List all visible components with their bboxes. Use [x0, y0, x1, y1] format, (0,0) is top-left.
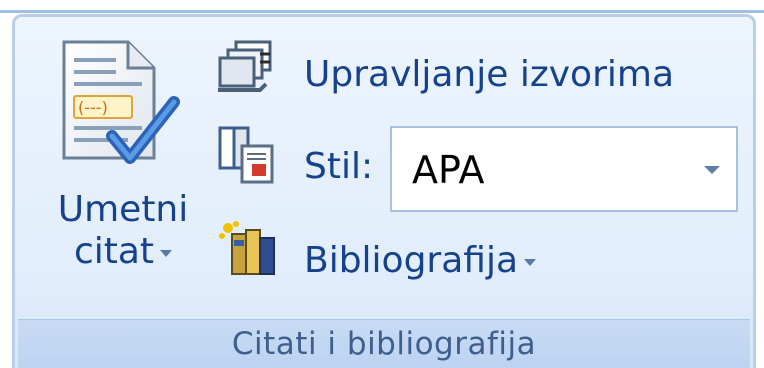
bibliography-button[interactable]: Bibliografija: [214, 216, 734, 296]
style-label: Stil:: [304, 146, 374, 187]
books-icon: [219, 221, 275, 275]
group-label: Citati i bibliografija: [231, 326, 537, 362]
chevron-down-icon: [524, 258, 537, 266]
insert-citation-label-line2: citat: [38, 232, 208, 272]
group-footer: Citati i bibliografija: [18, 319, 750, 368]
insert-citation-button[interactable]: (---) Umetni citat: [38, 32, 202, 302]
chevron-down-icon: [160, 249, 173, 257]
bibliography-label-text: Bibliografija: [304, 240, 519, 281]
manage-sources-button[interactable]: Upravljanje izvorima: [214, 36, 734, 116]
insert-citation-label-line2-text: citat: [73, 231, 155, 272]
ribbon-top-border: [0, 10, 764, 13]
style-dropdown-value: APA: [412, 148, 485, 192]
stacked-documents-icon: [218, 40, 272, 92]
bibliography-label: Bibliografija: [304, 240, 537, 281]
document-style-icon: [218, 126, 274, 184]
chevron-down-icon[interactable]: [704, 166, 720, 174]
style-dropdown[interactable]: APA: [390, 126, 738, 212]
ribbon-left-strip: [0, 13, 12, 368]
svg-text:(---): (---): [78, 98, 108, 117]
ribbon-top-strip: [0, 0, 764, 10]
manage-sources-label: Upravljanje izvorima: [304, 54, 675, 95]
insert-citation-label-line1: Umetni: [57, 189, 189, 230]
document-with-checkmark-icon: (---): [62, 40, 180, 164]
